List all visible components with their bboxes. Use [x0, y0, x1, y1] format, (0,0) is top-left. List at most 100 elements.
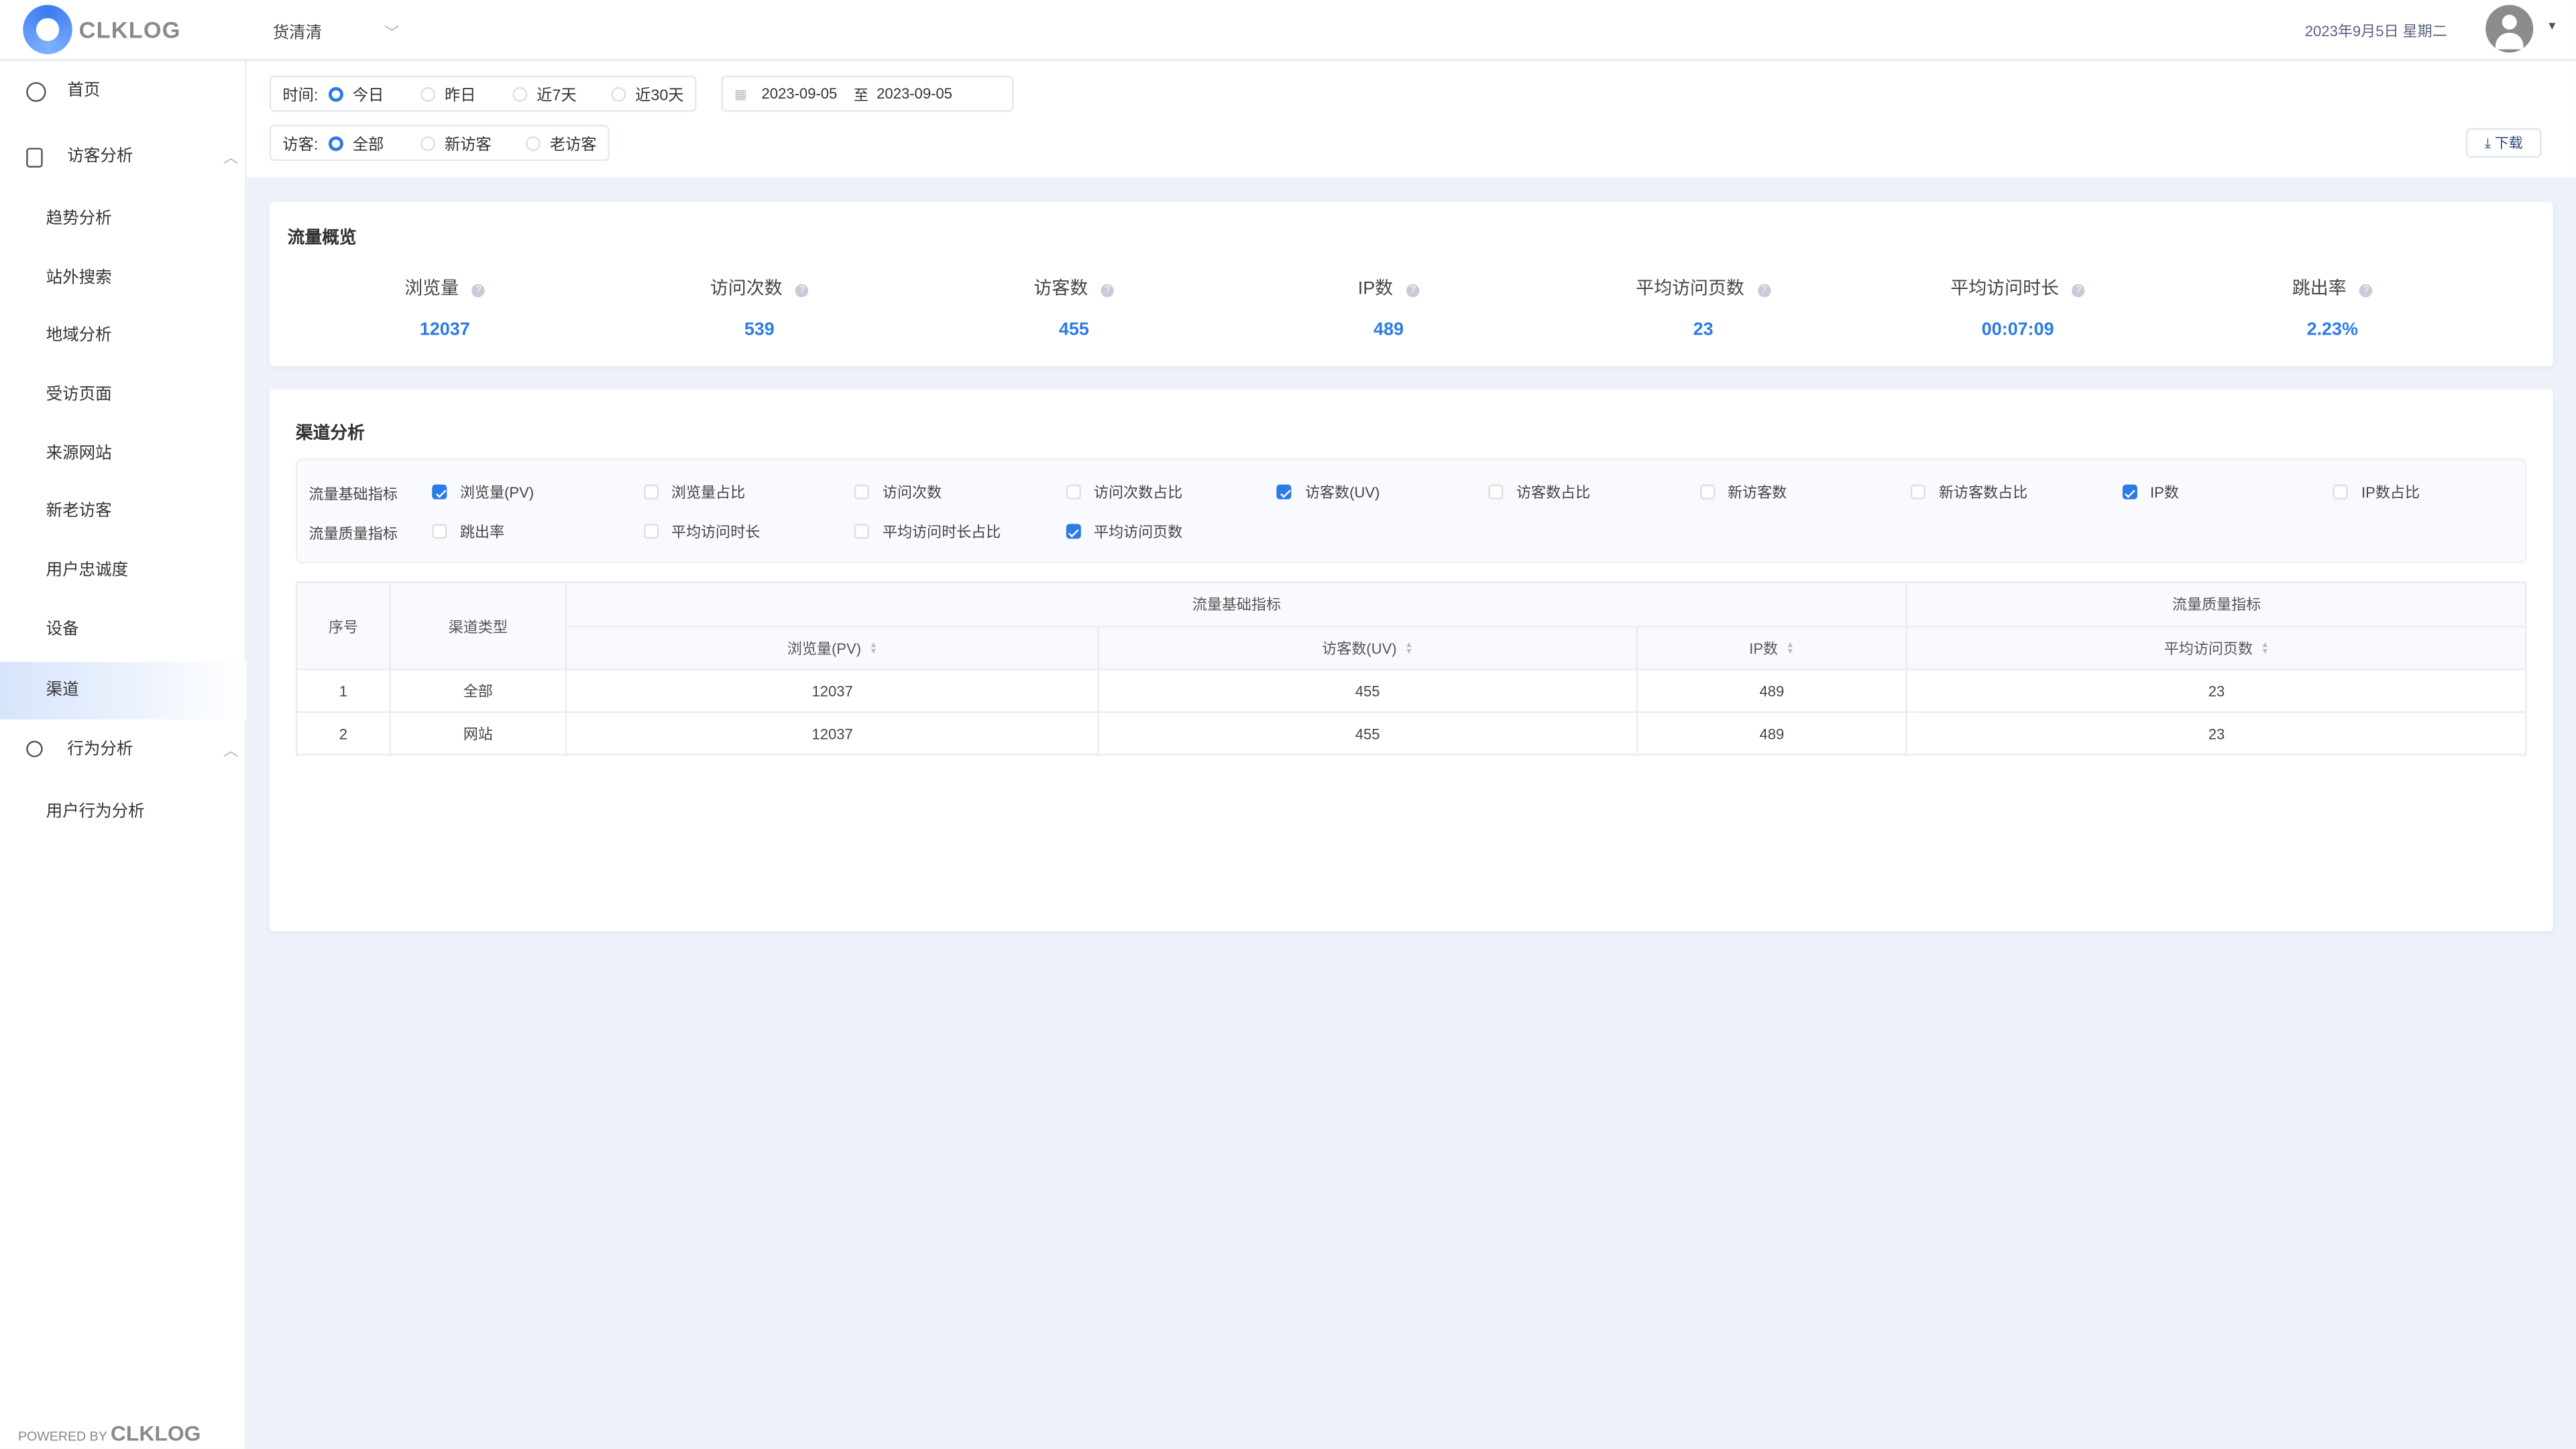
metric-checkbox[interactable]: 浏览量(PV): [432, 481, 534, 503]
date-start[interactable]: 2023-09-05: [762, 85, 838, 101]
date-end[interactable]: 2023-09-05: [877, 85, 952, 101]
download-button[interactable]: ⤓ 下载: [2466, 128, 2542, 158]
col-header-label: IP数: [1749, 640, 1778, 656]
radio-30days[interactable]: 近30天: [610, 82, 683, 105]
metric-checkbox[interactable]: 平均访问时长: [643, 521, 760, 542]
sort-icon[interactable]: ▲▼: [1786, 643, 1794, 656]
checkbox-box[interactable]: [1066, 485, 1080, 500]
radio-label: 老访客: [550, 131, 597, 154]
sort-icon[interactable]: ▲▼: [869, 643, 877, 656]
col-header-label: 平均访问页数: [2164, 640, 2253, 656]
project-selector[interactable]: 货清清﹀: [273, 18, 400, 43]
checkbox-box[interactable]: [1699, 485, 1714, 500]
metric-checkbox[interactable]: 访问次数: [854, 481, 942, 503]
time-filter: 时间: 今日 昨日 近7天 近30天: [270, 76, 697, 112]
metric-checkbox[interactable]: 平均访问时长占比: [854, 521, 1001, 542]
sidebar-item-channel[interactable]: 渠道: [0, 662, 246, 719]
metric-checkbox[interactable]: 访客数占比: [1488, 481, 1590, 503]
sidebar-group-visitor[interactable]: 访客分析︿: [0, 130, 246, 186]
metric-checkbox[interactable]: 跳出率: [432, 521, 504, 542]
metric-checkbox[interactable]: 新访客数占比: [1911, 481, 2027, 503]
checkbox-box[interactable]: [643, 485, 658, 500]
table-cell: 489: [1636, 669, 1907, 712]
radio-today[interactable]: 今日: [328, 82, 420, 105]
sidebar-item-loyalty[interactable]: 用户忠诚度: [0, 544, 246, 599]
sort-icon[interactable]: ▲▼: [2261, 643, 2269, 656]
radio-7days[interactable]: 近7天: [512, 82, 610, 105]
chevron-up-icon: ︿: [223, 130, 238, 186]
help-icon[interactable]: ?: [1101, 284, 1115, 298]
metric-checkbox[interactable]: 访客数(UV): [1277, 481, 1380, 503]
stat-value: 489: [1231, 321, 1546, 340]
sidebar-item-user-behavior[interactable]: 用户行为分析: [0, 785, 246, 841]
checkbox-label: 访客数占比: [1516, 481, 1590, 503]
metric-checkbox[interactable]: IP数占比: [2333, 481, 2420, 503]
checkbox-box[interactable]: [1911, 485, 1925, 500]
chevron-up-icon: ︿: [223, 723, 238, 778]
radio-label: 今日: [353, 82, 384, 105]
table-cell: 455: [1099, 712, 1636, 755]
checkbox-box[interactable]: [1066, 524, 1080, 538]
stat-value: 2.23%: [2175, 321, 2489, 340]
col-header-metric[interactable]: 浏览量(PV)▲▼: [566, 626, 1099, 669]
radio-old-visitor[interactable]: 老访客: [525, 131, 597, 154]
checkbox-box[interactable]: [2333, 485, 2348, 500]
stat-value: 12037: [288, 321, 602, 340]
checkbox-box[interactable]: [854, 485, 869, 500]
checkbox-box[interactable]: [854, 524, 869, 538]
checkbox-box[interactable]: [432, 524, 447, 538]
help-icon[interactable]: ?: [1757, 284, 1771, 298]
help-icon[interactable]: ?: [2072, 284, 2086, 298]
org-tree-icon: [26, 741, 42, 757]
group-header-basic: 流量基础指标: [566, 582, 1907, 626]
radio-dot: [420, 86, 435, 101]
time-label: 时间:: [282, 82, 318, 105]
help-icon[interactable]: ?: [795, 284, 809, 298]
sidebar-item-region[interactable]: 地域分析: [0, 309, 246, 365]
radio-all[interactable]: 全部: [328, 131, 420, 154]
stat-value: 455: [917, 321, 1231, 340]
metric-checkbox[interactable]: IP数: [2122, 481, 2179, 503]
metric-checkbox[interactable]: 浏览量占比: [643, 481, 745, 503]
checkbox-box[interactable]: [2122, 485, 2137, 500]
sidebar-item-referrer[interactable]: 来源网站: [0, 427, 246, 483]
help-icon[interactable]: ?: [1406, 284, 1420, 298]
checkbox-box[interactable]: [432, 485, 447, 500]
checkbox-box[interactable]: [643, 524, 658, 538]
sidebar-item-pages[interactable]: 受访页面: [0, 368, 246, 424]
sidebar-item-trend[interactable]: 趋势分析: [0, 192, 246, 248]
sidebar-item-device[interactable]: 设备: [0, 603, 246, 658]
stat-label: 访客数?: [917, 274, 1231, 300]
col-header-metric[interactable]: 访客数(UV) ▲▼: [1099, 626, 1636, 669]
sort-icon[interactable]: ▲▼: [1405, 643, 1413, 656]
caret-down-icon[interactable]: ▼: [2546, 21, 2558, 33]
group-header-quality: 流量质量指标: [1907, 582, 2526, 626]
traffic-overview-card: 流量概览 浏览量?12037访问次数?539访客数?455IP数?489平均访问…: [270, 202, 2553, 366]
sidebar-item-home[interactable]: 首页: [0, 64, 246, 120]
avatar[interactable]: [2485, 5, 2533, 52]
col-header-metric[interactable]: 平均访问页数 ▲▼: [1907, 626, 2526, 669]
sidebar-item-label: 行为分析: [67, 741, 133, 759]
help-icon[interactable]: ?: [2359, 284, 2373, 298]
sidebar-item-new-old[interactable]: 新老访客: [0, 485, 246, 540]
help-icon[interactable]: ?: [472, 284, 486, 298]
sidebar-group-behavior[interactable]: 行为分析 ︿: [0, 723, 246, 778]
checkbox-box[interactable]: [1277, 485, 1292, 500]
table-row: 2网站1203745548923: [296, 712, 2526, 755]
stat-label-text: 访客数: [1033, 279, 1088, 298]
stat-label-text: IP数: [1358, 279, 1393, 298]
metric-checkbox[interactable]: 平均访问页数: [1066, 521, 1182, 542]
col-header-label: 访客数(UV): [1322, 640, 1396, 656]
radio-yesterday[interactable]: 昨日: [420, 82, 512, 105]
checkbox-box[interactable]: [1488, 485, 1503, 500]
date-range-picker[interactable]: ▦ 2023-09-05 至 2023-09-05: [721, 76, 1013, 112]
radio-label: 昨日: [445, 82, 476, 105]
sidebar-item-search[interactable]: 站外搜索: [0, 251, 246, 307]
radio-new-visitor[interactable]: 新访客: [420, 131, 525, 154]
metric-checkbox[interactable]: 访问次数占比: [1066, 481, 1182, 503]
col-header-metric[interactable]: IP数 ▲▼: [1636, 626, 1907, 669]
table-cell: 全部: [390, 669, 566, 712]
table-cell: 2: [296, 712, 390, 755]
checkbox-label: 平均访问页数: [1094, 521, 1182, 542]
metric-checkbox[interactable]: 新访客数: [1699, 481, 1787, 503]
